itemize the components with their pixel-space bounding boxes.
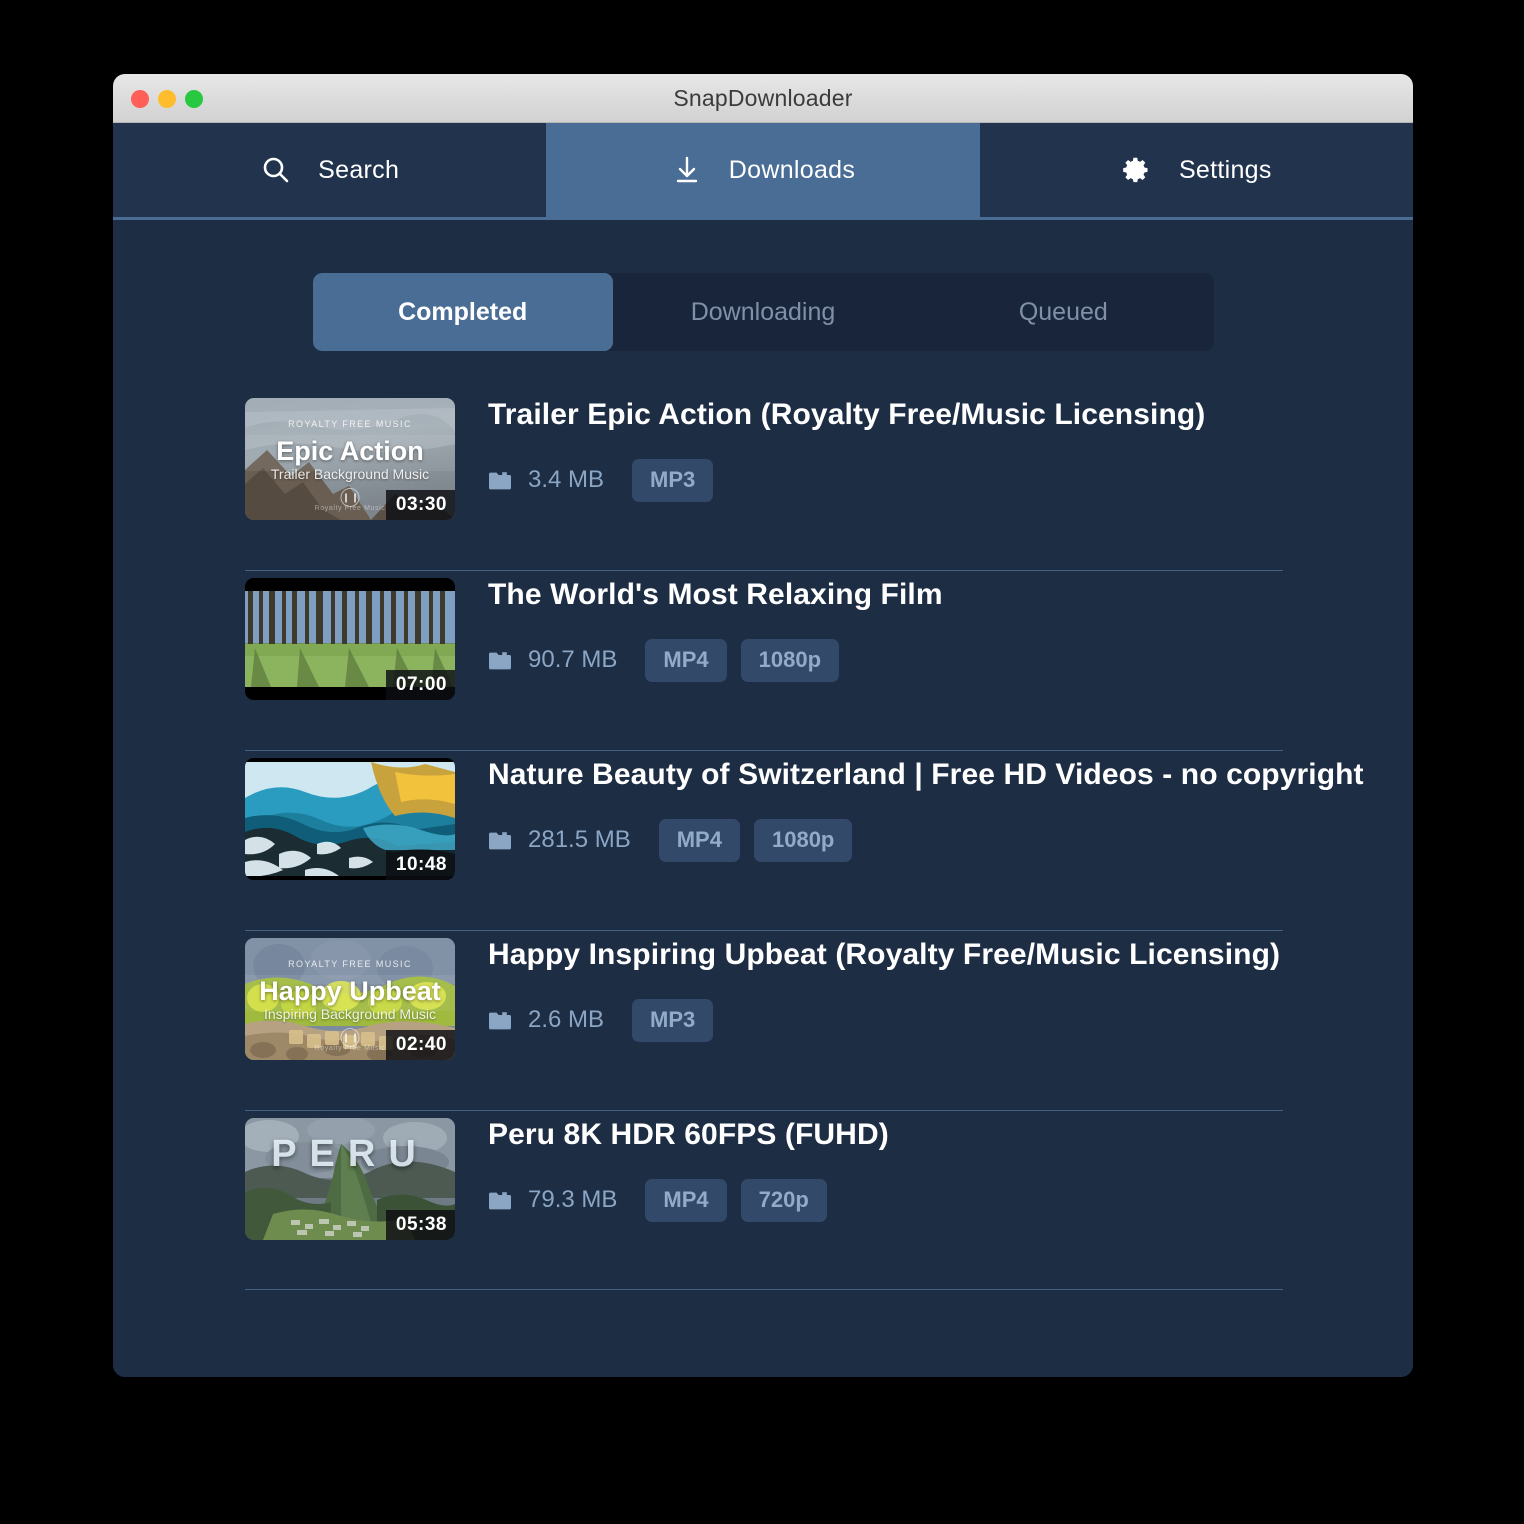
download-title: Trailer Epic Action (Royalty Free/Music … (488, 398, 1393, 433)
file-size: 79.3 MB (528, 1186, 617, 1214)
duration-badge: 03:30 (386, 490, 455, 520)
quality-badge: 720p (741, 1179, 827, 1222)
download-row[interactable]: 10:48 Nature Beauty of Switzerland | Fre… (113, 750, 1413, 930)
download-icon (671, 154, 703, 186)
download-row[interactable]: ROYALTY FREE MUSIC Epic Action Trailer B… (113, 390, 1413, 570)
download-meta: Happy Inspiring Upbeat (Royalty Free/Mus… (488, 930, 1393, 1042)
thumbnail-title: Happy Upbeat (245, 978, 455, 1005)
video-thumbnail[interactable]: ROYALTY FREE MUSIC Happy Upbeat Inspirin… (245, 938, 455, 1060)
nav-tab-settings[interactable]: Settings (980, 123, 1413, 217)
folder-icon (488, 470, 512, 491)
downloads-filter-tabs: Completed Downloading Queued (313, 273, 1214, 351)
nav-tab-downloads[interactable]: Downloads (546, 123, 979, 217)
nav-tab-settings-label: Settings (1179, 156, 1272, 185)
format-badge: MP4 (645, 639, 726, 682)
nav-tab-downloads-label: Downloads (729, 156, 855, 185)
download-meta: Nature Beauty of Switzerland | Free HD V… (488, 750, 1393, 862)
title-bar: SnapDownloader (113, 74, 1413, 123)
duration-badge: 02:40 (386, 1030, 455, 1060)
video-thumbnail[interactable]: PERU 05:38 (245, 1118, 455, 1240)
video-thumbnail[interactable]: 07:00 (245, 578, 455, 700)
folder-icon (488, 1190, 512, 1211)
thumbnail-title: PERU (245, 1135, 455, 1173)
download-meta-line: 79.3 MB MP4 720p (488, 1179, 1393, 1222)
main-navigation: Search Downloads (113, 123, 1413, 220)
file-size: 3.4 MB (528, 466, 604, 494)
download-title: The World's Most Relaxing Film (488, 578, 1393, 613)
download-meta: Trailer Epic Action (Royalty Free/Music … (488, 390, 1393, 502)
download-meta-line: 2.6 MB MP3 (488, 999, 1393, 1042)
format-badge: MP3 (632, 459, 713, 502)
download-meta-line: 3.4 MB MP3 (488, 459, 1393, 502)
thumbnail-subtitle: Trailer Background Music (245, 466, 455, 482)
duration-badge: 07:00 (386, 670, 455, 700)
downloads-list: ROYALTY FREE MUSIC Epic Action Trailer B… (113, 390, 1413, 1290)
file-size: 90.7 MB (528, 646, 617, 674)
download-row[interactable]: 07:00 The World's Most Relaxing Film 90.… (113, 570, 1413, 750)
window-title: SnapDownloader (673, 85, 852, 112)
traffic-light-buttons (131, 74, 203, 123)
thumbnail-header: ROYALTY FREE MUSIC (245, 419, 455, 429)
filter-tab-queued-label: Queued (1019, 298, 1108, 327)
folder-icon (488, 650, 512, 671)
download-meta-line: 281.5 MB MP4 1080p (488, 819, 1393, 862)
gear-icon (1121, 154, 1153, 186)
thumbnail-title: Epic Action (245, 438, 455, 465)
downloads-panel: Completed Downloading Queued (113, 220, 1413, 1377)
file-size: 281.5 MB (528, 826, 631, 854)
app-window: SnapDownloader Search (113, 74, 1413, 1377)
maximize-window-button[interactable] (185, 90, 203, 108)
folder-icon (488, 1010, 512, 1031)
download-title: Nature Beauty of Switzerland | Free HD V… (488, 758, 1393, 793)
video-thumbnail[interactable]: 10:48 (245, 758, 455, 880)
filter-tab-completed[interactable]: Completed (313, 273, 613, 351)
minimize-window-button[interactable] (158, 90, 176, 108)
video-thumbnail[interactable]: ROYALTY FREE MUSIC Epic Action Trailer B… (245, 398, 455, 520)
download-meta-line: 90.7 MB MP4 1080p (488, 639, 1393, 682)
quality-badge: 1080p (754, 819, 852, 862)
close-window-button[interactable] (131, 90, 149, 108)
quality-badge: 1080p (741, 639, 839, 682)
search-icon (260, 154, 292, 186)
format-badge: MP4 (645, 1179, 726, 1222)
thumbnail-subtitle: Inspiring Background Music (245, 1006, 455, 1022)
filter-tab-downloading[interactable]: Downloading (613, 273, 913, 351)
format-badge: MP3 (632, 999, 713, 1042)
download-title: Peru 8K HDR 60FPS (FUHD) (488, 1118, 1393, 1153)
duration-badge: 10:48 (386, 850, 455, 880)
filter-tab-queued[interactable]: Queued (913, 273, 1213, 351)
filter-tab-completed-label: Completed (398, 298, 527, 327)
download-meta: Peru 8K HDR 60FPS (FUHD) 79.3 MB MP4 720… (488, 1110, 1393, 1222)
download-row[interactable]: PERU 05:38 Peru 8K HDR 60FPS (FUHD) 79.3… (113, 1110, 1413, 1290)
download-row[interactable]: ROYALTY FREE MUSIC Happy Upbeat Inspirin… (113, 930, 1413, 1110)
filter-tab-downloading-label: Downloading (691, 298, 836, 327)
nav-tab-search[interactable]: Search (113, 123, 546, 217)
nav-tab-search-label: Search (318, 156, 399, 185)
duration-badge: 05:38 (386, 1210, 455, 1240)
thumbnail-header: ROYALTY FREE MUSIC (245, 959, 455, 969)
format-badge: MP4 (659, 819, 740, 862)
download-title: Happy Inspiring Upbeat (Royalty Free/Mus… (488, 938, 1393, 973)
folder-icon (488, 830, 512, 851)
screen: SnapDownloader Search (0, 0, 1524, 1524)
file-size: 2.6 MB (528, 1006, 604, 1034)
download-meta: The World's Most Relaxing Film 90.7 MB M… (488, 570, 1393, 682)
